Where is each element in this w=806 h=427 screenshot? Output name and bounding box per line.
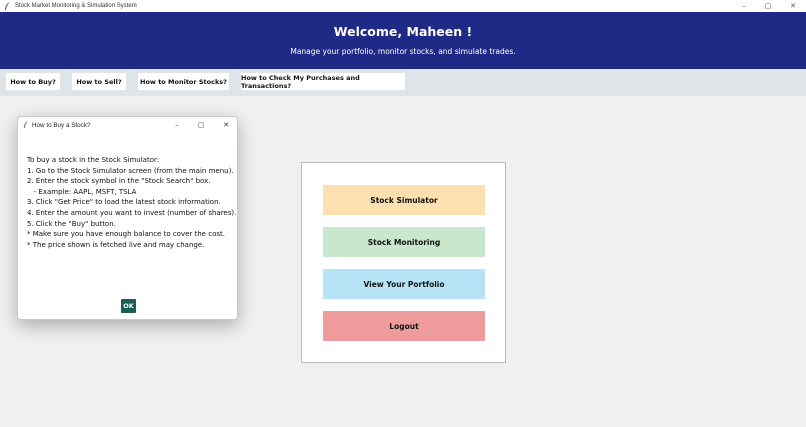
welcome-subtitle: Manage your portfolio, monitor stocks, a…: [290, 47, 516, 56]
dialog-close-icon[interactable]: ✕: [215, 117, 237, 133]
window-title: Stock Market Monitoring & Simulation Sys…: [15, 3, 137, 9]
dialog-minimize-icon[interactable]: –: [166, 117, 188, 133]
dialog-line: 4. Enter the amount you want to invest (…: [27, 208, 237, 217]
stock-simulator-button[interactable]: Stock Simulator: [323, 185, 485, 215]
dialog-line: 1. Go to the Stock Simulator screen (fro…: [27, 166, 234, 175]
dialog-line: 5. Click the "Buy" button.: [27, 219, 116, 228]
stock-monitoring-button[interactable]: Stock Monitoring: [323, 227, 485, 257]
how-to-check-purchases-button[interactable]: How to Check My Purchases and Transactio…: [240, 72, 406, 91]
dialog-line: - Example: AAPL, MSFT, TSLA: [27, 187, 137, 196]
window-titlebar: Stock Market Monitoring & Simulation Sys…: [0, 0, 806, 12]
dialog-line: * The price shown is fetched live and ma…: [27, 240, 205, 249]
dialog-line: 3. Click "Get Price" to load the latest …: [27, 198, 221, 207]
how-to-buy-dialog: How to Buy a Stock? – ▢ ✕ To buy a stock…: [17, 116, 238, 320]
dialog-line: 2. Enter the stock symbol in the "Stock …: [27, 177, 211, 186]
ok-button[interactable]: OK: [121, 299, 136, 313]
main-menu-panel: Stock Simulator Stock Monitoring View Yo…: [301, 162, 506, 363]
dialog-title: How to Buy a Stock?: [32, 121, 91, 129]
minimize-icon[interactable]: –: [731, 0, 757, 12]
help-toolbar: How to Buy? How to Sell? How to Monitor …: [0, 69, 806, 96]
dialog-line: To buy a stock in the Stock Simulator:: [27, 156, 160, 164]
welcome-title: Welcome, Maheen !: [333, 24, 473, 39]
dialog-maximize-icon[interactable]: ▢: [190, 117, 212, 133]
dialog-message: To buy a stock in the Stock Simulator: 1…: [27, 155, 237, 250]
how-to-monitor-button[interactable]: How to Monitor Stocks?: [137, 72, 230, 91]
view-portfolio-button[interactable]: View Your Portfolio: [323, 269, 485, 299]
how-to-sell-button[interactable]: How to Sell?: [71, 72, 127, 91]
logout-button[interactable]: Logout: [323, 311, 485, 341]
how-to-buy-button[interactable]: How to Buy?: [5, 72, 61, 91]
feather-icon: [23, 121, 29, 129]
dialog-line: * Make sure you have enough balance to c…: [27, 230, 225, 239]
maximize-icon[interactable]: ▢: [755, 0, 781, 12]
close-icon[interactable]: ✕: [780, 0, 806, 12]
feather-icon: [3, 1, 11, 11]
welcome-header: Welcome, Maheen ! Manage your portfolio,…: [0, 12, 806, 69]
